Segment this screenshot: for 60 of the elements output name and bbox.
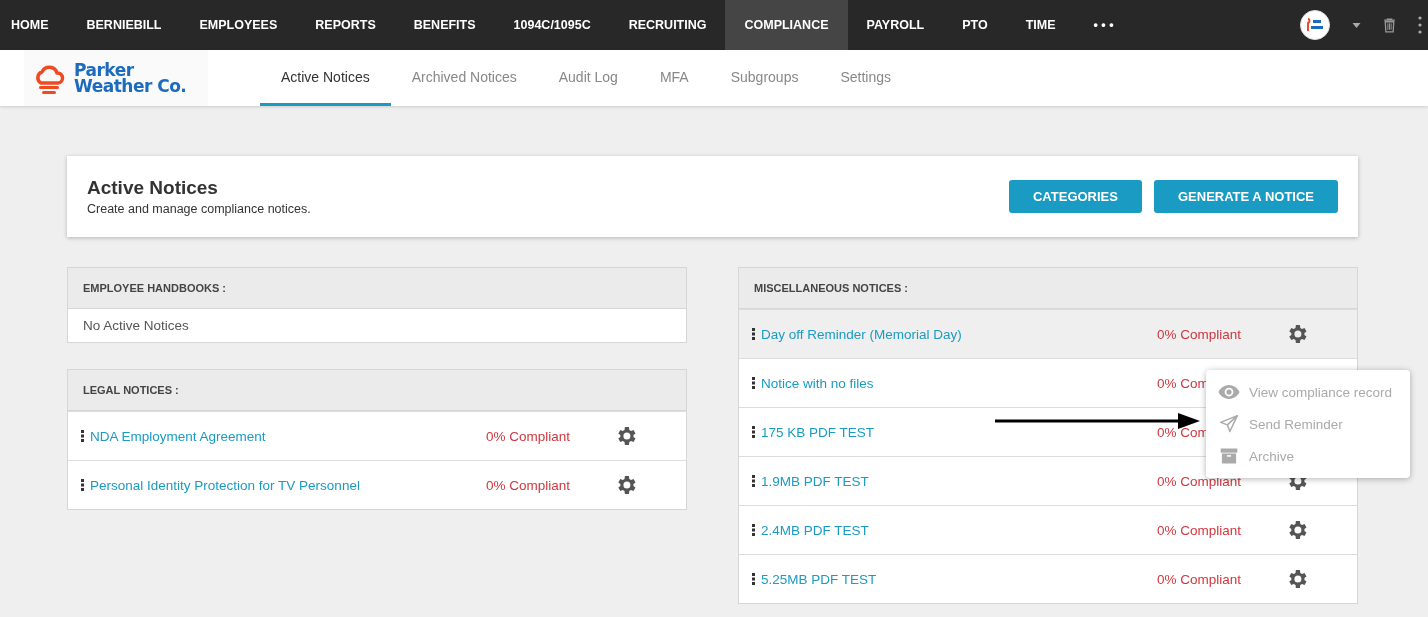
drag-handle-icon[interactable]	[752, 377, 755, 389]
nav-item[interactable]: RECRUITING	[609, 0, 726, 50]
empty-message: No Active Notices	[82, 317, 190, 335]
drag-handle-icon[interactable]	[752, 328, 755, 340]
avatar-icon[interactable]	[1300, 10, 1330, 40]
nav-item[interactable]: PAYROLL	[847, 0, 944, 50]
tab[interactable]: MFA	[638, 50, 710, 106]
more-icon[interactable]	[1418, 16, 1422, 34]
eye-icon	[1218, 385, 1240, 399]
nav-item[interactable]: • • •	[1074, 0, 1133, 50]
trash-icon[interactable]	[1383, 17, 1396, 33]
paper-plane-icon	[1218, 414, 1240, 434]
action-button[interactable]: GENERATE A NOTICE	[1153, 180, 1338, 213]
page-title: Active Notices	[87, 177, 219, 199]
panel-header: LEGAL NOTICES :	[68, 370, 686, 411]
nav-item[interactable]: 1094C/1095C	[494, 0, 610, 50]
menu-item[interactable]: Send Reminder	[1206, 408, 1410, 440]
compliance-status: 0% Compliant	[486, 477, 572, 493]
archive-box-icon	[1218, 446, 1240, 466]
notice-link[interactable]: Day off Reminder (Memorial Day)	[761, 326, 962, 342]
tab[interactable]: Audit Log	[537, 50, 639, 106]
menu-item[interactable]: View compliance record	[1206, 376, 1410, 408]
logo-text: Parker	[74, 62, 134, 78]
tab[interactable]: Settings	[819, 50, 912, 106]
logo-text: Weather Co.	[74, 78, 187, 94]
drag-handle-icon[interactable]	[752, 573, 755, 585]
caret-icon[interactable]	[1352, 22, 1361, 28]
tab[interactable]: Active Notices	[260, 50, 391, 106]
nav-item[interactable]: COMPLIANCE	[725, 0, 848, 50]
drag-handle-icon[interactable]	[81, 479, 84, 491]
drag-handle-icon[interactable]	[752, 475, 755, 487]
panel-header: MISCELLANEOUS NOTICES :	[739, 268, 1357, 309]
nav-item[interactable]: EMPLOYEES	[180, 0, 297, 50]
nav-item[interactable]: BENEFITS	[394, 0, 495, 50]
tab[interactable]: Subgroups	[709, 50, 820, 106]
notice-link[interactable]: Notice with no files	[761, 375, 874, 391]
compliance-status: 0% Compliant	[1157, 326, 1243, 342]
nav-item[interactable]: TIME	[1006, 0, 1075, 50]
panel-header: EMPLOYEE HANDBOOKS :	[68, 268, 686, 309]
nav-item[interactable]: HOME	[0, 0, 68, 50]
notice-link[interactable]: 2.4MB PDF TEST	[761, 522, 869, 538]
drag-handle-icon[interactable]	[752, 524, 755, 536]
compliance-status: 0% Compliant	[1157, 473, 1243, 489]
compliance-status: 0% Compliant	[1157, 571, 1243, 587]
action-button[interactable]: CATEGORIES	[1008, 180, 1142, 213]
menu-item[interactable]: Archive	[1206, 440, 1410, 472]
page-subtitle: Create and manage compliance notices.	[87, 202, 311, 216]
notice-link[interactable]: 1.9MB PDF TEST	[761, 473, 869, 489]
notice-link[interactable]: NDA Employment Agreement	[90, 428, 266, 444]
compliance-status: 0% Compliant	[1157, 522, 1243, 538]
drag-handle-icon[interactable]	[752, 426, 755, 438]
notice-link[interactable]: 5.25MB PDF TEST	[761, 571, 877, 587]
notice-link[interactable]: 175 KB PDF TEST	[761, 424, 875, 440]
nav-item[interactable]: REPORTS	[296, 0, 395, 50]
drag-handle-icon[interactable]	[81, 430, 84, 442]
tab[interactable]: Archived Notices	[390, 50, 538, 106]
nav-item[interactable]: BERNIEBILL	[67, 0, 181, 50]
nav-item[interactable]: PTO	[943, 0, 1007, 50]
compliance-status: 0% Compliant	[486, 428, 572, 444]
notice-link[interactable]: Personal Identity Protection for TV Personnel	[90, 477, 360, 493]
